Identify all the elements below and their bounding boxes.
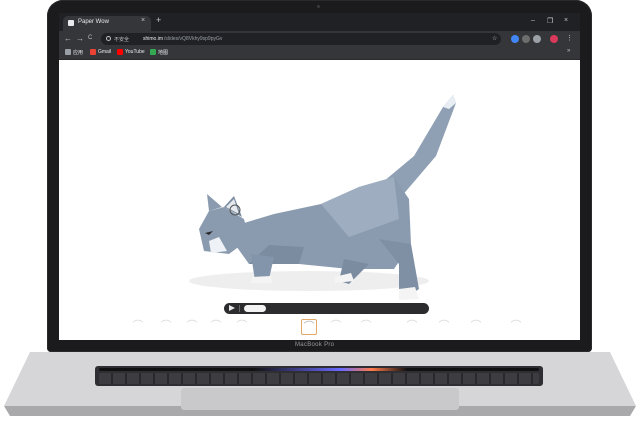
extension-icon[interactable] <box>522 35 530 43</box>
trackpad[interactable] <box>181 388 459 410</box>
play-icon[interactable] <box>229 305 235 311</box>
keyboard <box>95 366 543 386</box>
menu-icon[interactable]: ⋮ <box>566 34 573 42</box>
pose-thumbnail[interactable]: ⌒ <box>509 319 523 333</box>
bookmark-gmail[interactable]: Gmail <box>98 49 111 55</box>
extension-icon[interactable] <box>511 35 519 43</box>
maps-icon <box>150 49 156 55</box>
player-divider <box>239 305 240 312</box>
toolbar: ← → C 不安全 shimo.im /slides/vQ8Vkhy9sp9py… <box>59 31 580 47</box>
close-window-button[interactable]: × <box>564 17 568 24</box>
new-tab-button[interactable]: + <box>156 15 161 25</box>
bookmark-youtube[interactable]: YouTube <box>125 49 145 55</box>
overflow-icon[interactable]: » <box>567 48 570 54</box>
animation-player <box>224 303 429 314</box>
youtube-icon <box>117 49 123 55</box>
extension-icon[interactable] <box>533 35 541 43</box>
browser-window: Paper Wow × + – ❐ × ← → C 不安全 shimo.im /… <box>59 13 580 340</box>
camera <box>317 5 320 8</box>
url-host: shimo.im <box>143 36 164 42</box>
tab-paper-wow[interactable]: Paper Wow × <box>63 16 151 31</box>
low-poly-cat-image <box>189 95 456 300</box>
info-icon <box>106 36 111 41</box>
gmail-icon <box>90 49 96 55</box>
pose-thumbnail[interactable]: ⌒ <box>405 319 419 333</box>
star-icon[interactable]: ☆ <box>492 35 497 42</box>
cat-front-paw <box>251 276 272 283</box>
progress-fill[interactable] <box>244 305 266 312</box>
apps-icon <box>65 49 71 55</box>
pose-thumbnail[interactable]: ⌒ <box>209 319 223 333</box>
tab-strip: Paper Wow × + – ❐ × <box>59 13 580 31</box>
pose-thumbnail[interactable]: ⌒ <box>185 319 199 333</box>
address-bar[interactable]: 不安全 shimo.im /slides/vQ8Vkhy9sp9pyGv ☆ <box>101 33 501 45</box>
forward-button[interactable]: → <box>76 34 84 43</box>
pose-thumbnail[interactable]: ⌒ <box>469 319 483 333</box>
reload-button[interactable]: C <box>88 35 92 41</box>
pose-thumbnail[interactable]: ⌒ <box>359 319 373 333</box>
pose-thumbnail[interactable]: ⌒ <box>329 319 343 333</box>
back-button[interactable]: ← <box>64 34 72 43</box>
bookmark-apps[interactable]: 应用 <box>73 49 83 56</box>
keys[interactable] <box>99 373 539 384</box>
pose-thumbnail[interactable]: ⌒ <box>159 319 173 333</box>
favicon-icon <box>68 20 74 26</box>
pose-thumbnail[interactable]: ⌒ <box>437 319 451 333</box>
url-path: /slides/vQ8Vkhy9sp9pyGv <box>164 36 223 42</box>
tab-close-icon[interactable]: × <box>141 17 145 24</box>
pose-thumbnail[interactable]: ⌒ <box>131 319 145 333</box>
profile-avatar[interactable] <box>550 35 558 43</box>
minimize-button[interactable]: – <box>531 17 535 24</box>
maximize-button[interactable]: ❐ <box>547 17 553 25</box>
touch-bar[interactable] <box>99 368 539 371</box>
cat-shadow <box>189 271 429 291</box>
pose-thumbnail[interactable]: ⌒ <box>235 319 249 333</box>
security-label: 不安全 <box>114 37 130 43</box>
tab-title: Paper Wow <box>78 19 109 25</box>
pose-thumbnail[interactable]: ⌒ <box>301 319 317 335</box>
bookmark-maps[interactable]: 地图 <box>158 49 168 56</box>
